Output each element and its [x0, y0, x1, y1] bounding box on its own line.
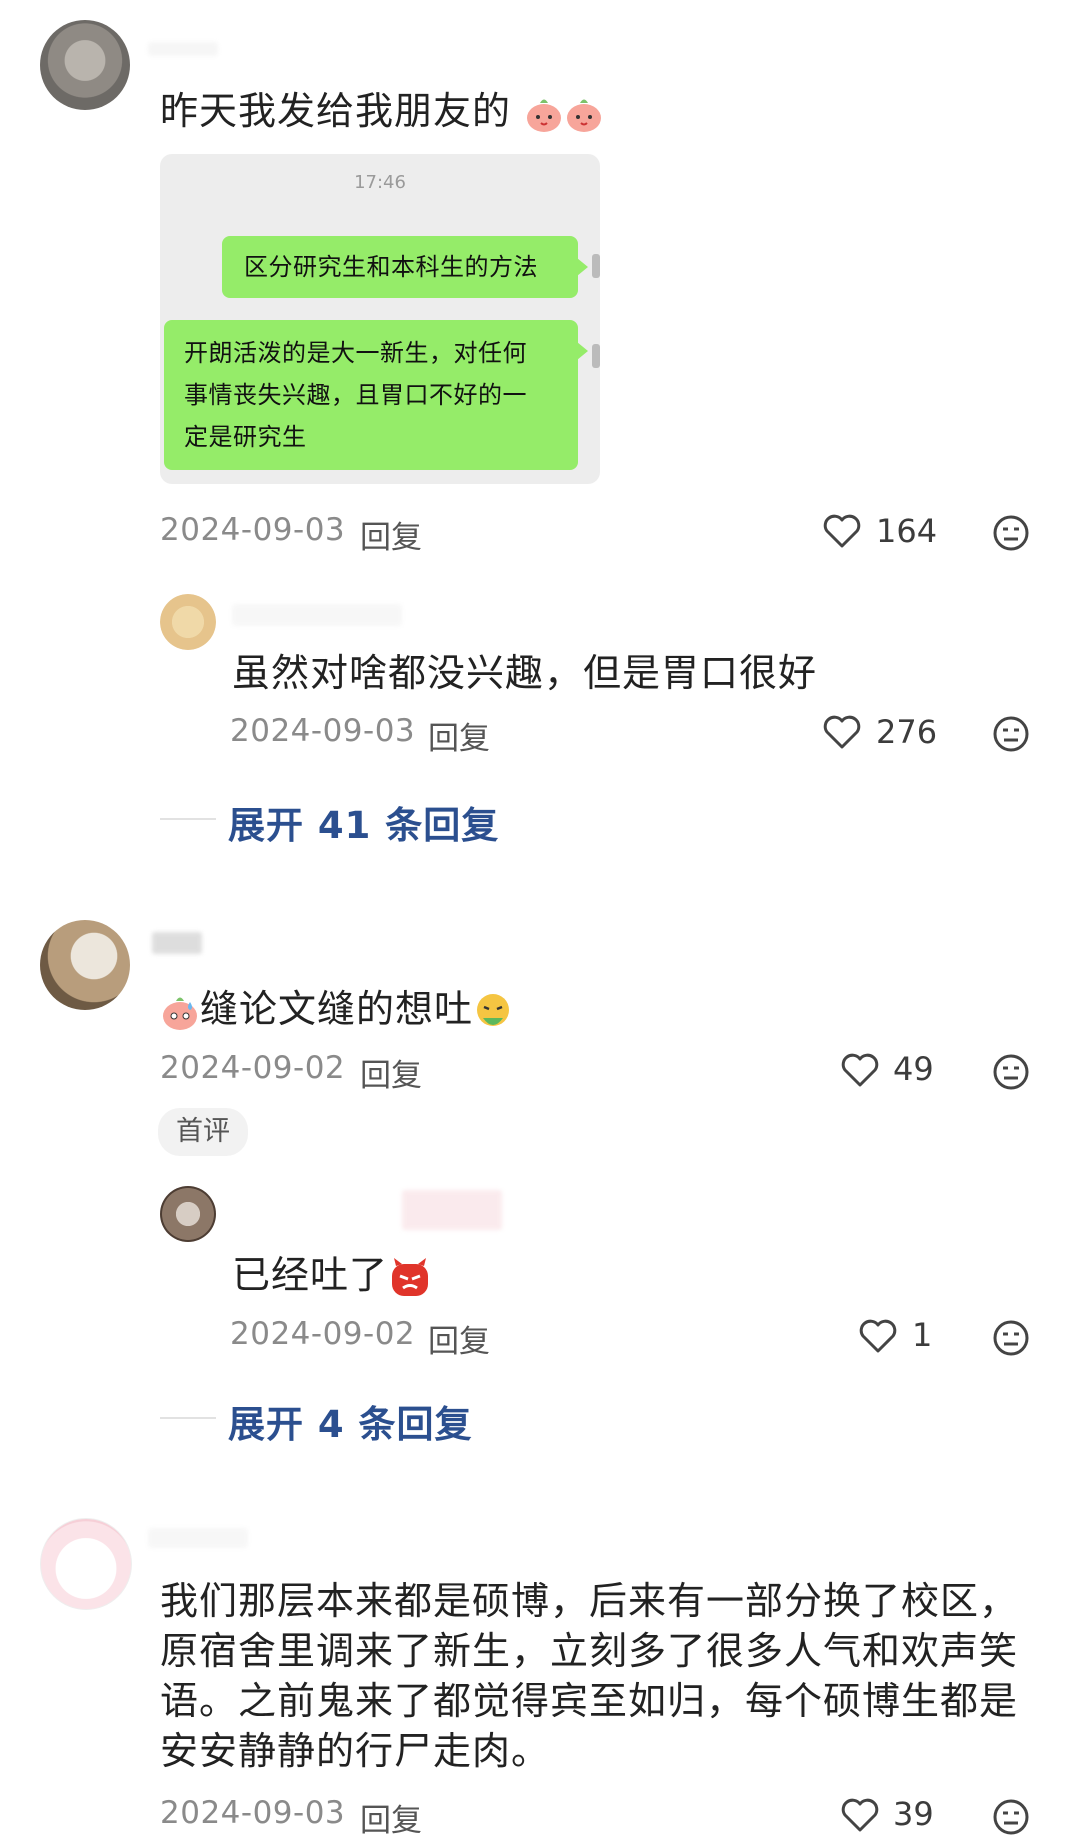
like-count: 49	[893, 1050, 934, 1088]
like-heart-icon[interactable]	[840, 1797, 880, 1833]
dislike-face-icon[interactable]	[991, 513, 1031, 553]
angry-devil-emoji	[392, 1257, 429, 1296]
chat-bubble-sent: 开朗活泼的是大一新生，对任何 事情丧失兴趣，且胃口不好的一 定是研究生	[164, 320, 588, 470]
peach-emoji	[567, 99, 602, 132]
expand-divider	[160, 1417, 216, 1419]
reply-text: 虽然对啥都没兴趣，但是胃口很好	[232, 651, 818, 695]
reply-text: 已经吐了	[232, 1250, 432, 1300]
avatar[interactable]	[160, 1186, 216, 1242]
like-count: 276	[876, 713, 938, 751]
like-count: 164	[876, 512, 938, 550]
expand-divider	[160, 818, 216, 820]
dislike-face-icon[interactable]	[991, 1318, 1031, 1358]
comment-date: 2024-09-03	[160, 512, 346, 548]
expand-replies-button[interactable]: 展开 41 条回复	[228, 795, 499, 849]
comment-text: 缝论文缝的想吐	[160, 984, 513, 1034]
reply-button[interactable]: 回复	[360, 512, 422, 557]
reply-date: 2024-09-02	[230, 1316, 416, 1352]
like-count: 39	[893, 1795, 934, 1833]
avatar[interactable]	[160, 594, 216, 650]
comment-date: 2024-09-03	[160, 1795, 346, 1831]
comment-date: 2024-09-02	[160, 1050, 346, 1086]
avatar[interactable]	[40, 1518, 132, 1610]
peach-emoji	[527, 99, 562, 132]
chat-screenshot[interactable]: 17:46 区分研究生和本科生的方法 开朗活泼的是大一新生，对任何 事情丧失兴趣…	[160, 154, 600, 484]
expand-replies-button[interactable]: 展开 4 条回复	[228, 1394, 473, 1448]
like-heart-icon[interactable]	[822, 714, 862, 750]
like-heart-icon[interactable]	[858, 1318, 898, 1354]
comment-text: 我们那层本来都是硕博，后来有一部分换了校区，原宿舍里调来了新生，立刻多了很多人气…	[160, 1579, 1019, 1773]
username-blurred[interactable]	[232, 604, 402, 626]
sweat-peach-emoji	[163, 997, 197, 1030]
like-heart-icon[interactable]	[822, 513, 862, 549]
dislike-face-icon[interactable]	[991, 714, 1031, 754]
reply-button[interactable]: 回复	[360, 1795, 422, 1840]
comment-text: 昨天我发给我朋友的	[160, 86, 604, 136]
reply-button[interactable]: 回复	[360, 1050, 422, 1095]
username-blurred[interactable]	[148, 1528, 248, 1548]
username-blurred[interactable]	[152, 932, 202, 954]
chat-time: 17:46	[354, 172, 406, 193]
chat-bubble-sent: 区分研究生和本科生的方法	[222, 236, 588, 298]
dislike-face-icon[interactable]	[991, 1052, 1031, 1092]
like-heart-icon[interactable]	[840, 1052, 880, 1088]
reply-date: 2024-09-03	[230, 713, 416, 749]
chat-edge-avatar	[592, 254, 600, 278]
avatar[interactable]	[40, 920, 130, 1010]
reply-button[interactable]: 回复	[428, 1316, 490, 1361]
avatar[interactable]	[40, 20, 130, 110]
dislike-face-icon[interactable]	[991, 1797, 1031, 1837]
chat-edge-avatar	[592, 344, 600, 368]
reply-button[interactable]: 回复	[428, 713, 490, 758]
username-blurred[interactable]	[402, 1190, 502, 1230]
like-count: 1	[912, 1316, 933, 1354]
username-blurred[interactable]	[148, 42, 218, 56]
vomit-emoji	[477, 993, 510, 1026]
first-comment-tag: 首评	[158, 1108, 248, 1156]
